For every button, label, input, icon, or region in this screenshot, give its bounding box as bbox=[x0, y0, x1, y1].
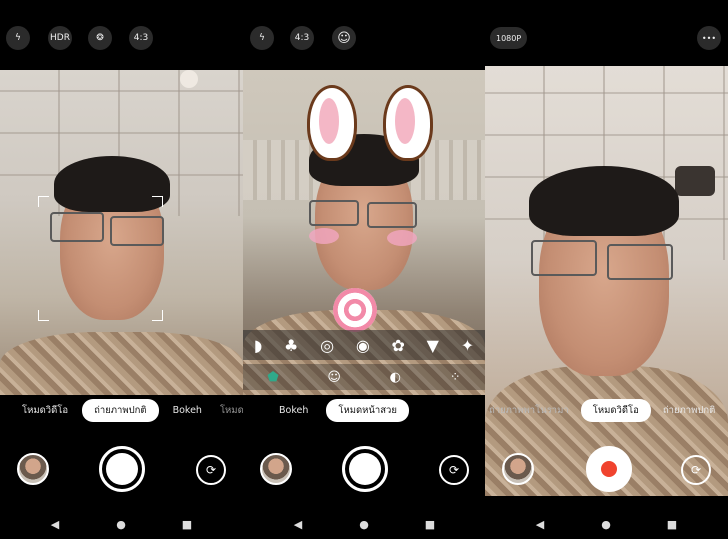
nav-back-icon[interactable]: ◀ bbox=[48, 516, 62, 532]
top-toolbar: ϟ HDR ❂ 4:3 bbox=[0, 26, 243, 52]
mode-selector: โหมดวิดีโอ ถ่ายภาพปกติ Bokeh โหมดบิ bbox=[18, 398, 243, 422]
blush-right bbox=[387, 230, 417, 246]
pineapple-icon[interactable]: ♣ bbox=[284, 336, 298, 355]
aspect-ratio-label: 4:3 bbox=[294, 33, 310, 43]
mode-photo[interactable]: ถ่ายภาพปกติ bbox=[659, 403, 719, 418]
mode-photo[interactable]: ถ่ายภาพปกติ bbox=[82, 398, 159, 422]
nav-home-icon[interactable]: ● bbox=[357, 516, 371, 532]
camera-viewfinder[interactable] bbox=[485, 66, 728, 496]
nav-recents-icon[interactable]: ■ bbox=[665, 516, 679, 532]
beauty-face-icon[interactable]: ☺ bbox=[327, 370, 341, 385]
carrot-icon[interactable]: ▼ bbox=[427, 336, 439, 355]
gallery-thumbnail[interactable] bbox=[260, 453, 292, 485]
record-button[interactable] bbox=[586, 446, 632, 492]
camera-viewfinder[interactable]: ◗ ♣ ◎ ◉ ✿ ▼ ✦ ⬟ ☺ ◐ ⁘ bbox=[243, 70, 485, 395]
more-icon[interactable]: ••• bbox=[697, 26, 721, 50]
ceiling-light bbox=[180, 70, 198, 88]
person-hair bbox=[529, 166, 679, 236]
camera-video-panel: ••• 1080P ••• ถ่ายภาพพาโนรามา โหมดวิดีโอ… bbox=[485, 0, 728, 539]
record-dot bbox=[601, 461, 617, 477]
aspect-ratio-button[interactable]: 4:3 bbox=[290, 26, 314, 50]
background-camera bbox=[675, 166, 715, 196]
lollipop-sticker bbox=[333, 288, 377, 332]
glasses-left bbox=[531, 240, 597, 276]
mode-video[interactable]: โหมดวิดีโอ bbox=[18, 403, 72, 418]
top-toolbar: ••• ϟ 4:3 ☺ bbox=[243, 26, 485, 52]
camera-viewfinder[interactable] bbox=[0, 70, 243, 395]
shutter-button[interactable] bbox=[342, 446, 388, 492]
mode-selector: ถ่ายภาพพาโนรามา โหมดวิดีโอ ถ่ายภาพปกติ bbox=[485, 398, 728, 422]
lollipop-icon[interactable]: ◎ bbox=[320, 336, 334, 355]
hdr-button[interactable]: HDR bbox=[48, 26, 72, 50]
mode-panorama[interactable]: ถ่ายภาพพาโนรามา bbox=[485, 403, 573, 418]
gallery-thumbnail[interactable] bbox=[502, 453, 534, 485]
switch-camera-icon[interactable]: ⟳ bbox=[439, 455, 469, 485]
mode-next[interactable]: โหมดบิ bbox=[216, 403, 243, 418]
camera-photo-panel: ϟ HDR ❂ 4:3 โหมดวิดีโอ ถ่ายภาพปกติ Bokeh… bbox=[0, 0, 243, 539]
nav-recents-icon[interactable]: ■ bbox=[423, 516, 437, 532]
aspect-ratio-button[interactable]: 4:3 bbox=[129, 26, 153, 50]
grid-dots-icon[interactable]: ⁘ bbox=[450, 370, 461, 385]
resolution-button[interactable]: 1080P bbox=[490, 27, 528, 49]
mode-bokeh[interactable]: Bokeh bbox=[275, 405, 312, 416]
blush-left bbox=[309, 228, 339, 244]
nav-home-icon[interactable]: ● bbox=[114, 516, 128, 532]
aspect-ratio-label: 4:3 bbox=[133, 33, 149, 43]
flash-off-icon[interactable]: ϟ bbox=[250, 26, 274, 50]
switch-camera-icon[interactable]: ⟳ bbox=[681, 455, 711, 485]
bunny-ear-right bbox=[383, 85, 433, 161]
mode-selector: Bokeh โหมดหน้าสวย bbox=[275, 398, 485, 422]
person-shirt bbox=[0, 332, 243, 395]
mode-video[interactable]: โหมดวิดีโอ bbox=[580, 398, 651, 422]
sticker-row: ◗ ♣ ◎ ◉ ✿ ▼ ✦ bbox=[243, 330, 485, 360]
camera-beauty-panel: ••• ϟ 4:3 ☺ ◗ ♣ ◎ ◉ ✿ ▼ ✦ ⬟ ☺ ◐ ⁘ bbox=[243, 0, 485, 539]
switch-camera-icon[interactable]: ⟳ bbox=[196, 455, 226, 485]
nav-back-icon[interactable]: ◀ bbox=[291, 516, 305, 532]
flash-off-icon[interactable]: ϟ bbox=[6, 26, 30, 50]
bunny-ear-left bbox=[307, 85, 357, 161]
nav-home-icon[interactable]: ● bbox=[599, 516, 613, 532]
resolution-label: 1080P bbox=[496, 33, 522, 43]
effect-tool-row: ⬟ ☺ ◐ ⁘ bbox=[243, 364, 485, 390]
face-beauty-icon[interactable]: ☺ bbox=[332, 26, 356, 50]
glasses-left bbox=[309, 200, 359, 226]
filter-icon[interactable]: ❂ bbox=[88, 26, 112, 50]
cat-icon[interactable]: ◉ bbox=[356, 336, 370, 355]
sparkle-icon[interactable]: ✦ bbox=[461, 336, 474, 355]
nav-back-icon[interactable]: ◀ bbox=[533, 516, 547, 532]
mask-icon[interactable]: ⬟ bbox=[267, 370, 278, 385]
flower-icon[interactable]: ✿ bbox=[392, 336, 405, 355]
mode-beauty[interactable]: โหมดหน้าสวย bbox=[326, 398, 409, 422]
focus-frame bbox=[38, 196, 163, 321]
slippers-icon[interactable]: ◗ bbox=[254, 336, 262, 355]
glasses-right bbox=[367, 202, 417, 228]
mode-bokeh[interactable]: Bokeh bbox=[169, 405, 206, 416]
nav-recents-icon[interactable]: ■ bbox=[180, 516, 194, 532]
glasses-right bbox=[607, 244, 673, 280]
top-toolbar: ••• 1080P ••• bbox=[485, 26, 728, 52]
gallery-thumbnail[interactable] bbox=[17, 453, 49, 485]
shutter-button[interactable] bbox=[99, 446, 145, 492]
contrast-icon[interactable]: ◐ bbox=[390, 370, 401, 385]
hdr-label: HDR bbox=[50, 33, 70, 43]
